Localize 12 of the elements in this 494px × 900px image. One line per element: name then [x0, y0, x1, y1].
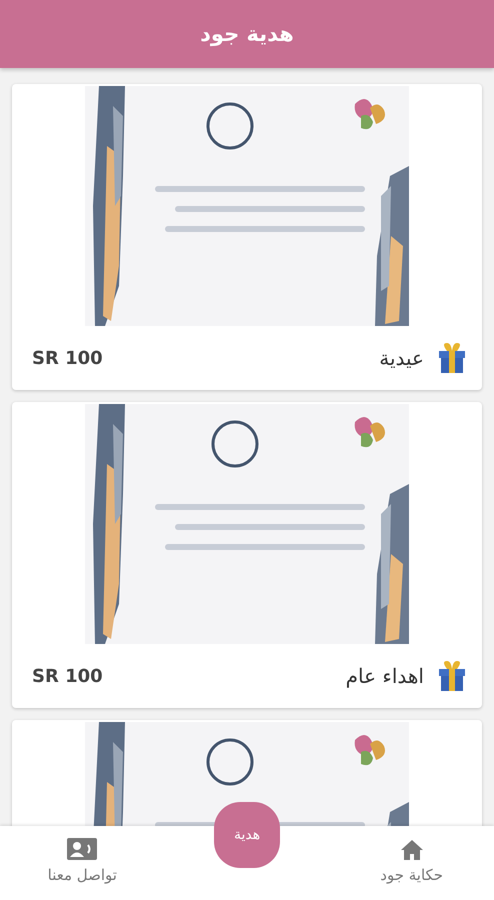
contact-card-icon — [67, 838, 98, 860]
gift-price: SR 100 — [32, 666, 103, 686]
contact-tab[interactable]: تواصل معنا — [0, 826, 165, 900]
gift-icon — [438, 661, 466, 691]
gift-icon — [438, 343, 466, 373]
gift-tab-button[interactable]: هدية — [214, 802, 280, 868]
gift-title: عيدية — [378, 346, 424, 370]
home-icon — [400, 840, 423, 860]
page-title: هدية جود — [200, 22, 294, 46]
gift-title: اهداء عام — [344, 664, 424, 688]
gift-price: SR 100 — [32, 348, 103, 368]
home-tab[interactable]: حكاية جود — [329, 826, 494, 900]
